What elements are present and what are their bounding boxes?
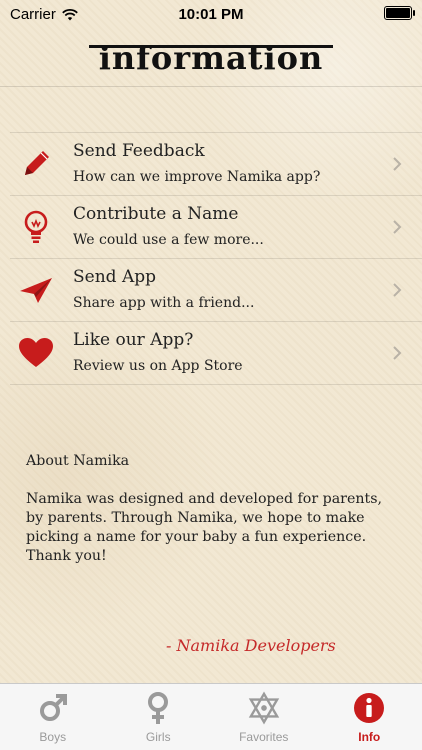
like-app-label: Like our App? xyxy=(73,330,194,350)
chevron-right-icon xyxy=(393,346,402,360)
send-app-subtitle: Share app with a friend... xyxy=(73,295,255,311)
about-heading: About Namika xyxy=(26,453,130,469)
tab-bar: Boys Girls Favorites Info xyxy=(0,683,422,750)
info-options-list: Send Feedback How can we improve Namika … xyxy=(10,132,422,385)
about-body: Namika was designed and developed for pa… xyxy=(26,491,382,564)
like-app-subtitle: Review us on App Store xyxy=(73,358,243,374)
chevron-right-icon xyxy=(393,157,402,171)
send-app-row[interactable]: Send App Share app with a friend... xyxy=(10,258,422,321)
info-icon xyxy=(353,692,385,724)
pencil-icon xyxy=(18,146,54,182)
send-feedback-label: Send Feedback xyxy=(73,141,205,161)
signature: - Namika Developers xyxy=(166,636,336,655)
contribute-name-subtitle: We could use a few more... xyxy=(73,232,264,248)
clock: 10:01 PM xyxy=(178,6,244,23)
tab-boys-label: Boys xyxy=(39,730,67,744)
like-app-row[interactable]: Like our App? Review us on App Store xyxy=(10,321,422,385)
star-of-david-icon xyxy=(248,691,280,725)
tab-girls[interactable]: Girls xyxy=(106,684,212,750)
contribute-name-row[interactable]: Contribute a Name We could use a few mor… xyxy=(10,195,422,258)
male-symbol-icon xyxy=(37,692,69,724)
battery-icon xyxy=(384,6,415,20)
status-bar: Carrier 10:01 PM xyxy=(0,0,422,30)
female-symbol-icon xyxy=(142,692,174,724)
send-feedback-subtitle: How can we improve Namika app? xyxy=(73,169,321,185)
about-section: About Namika Namika was designed and dev… xyxy=(26,452,402,566)
lightbulb-icon xyxy=(18,209,54,245)
tab-boys[interactable]: Boys xyxy=(0,684,106,750)
paper-plane-icon xyxy=(18,272,54,308)
nav-header: information xyxy=(0,30,422,87)
page-title: information xyxy=(88,39,334,77)
tab-favorites[interactable]: Favorites xyxy=(211,684,317,750)
tab-favorites-label: Favorites xyxy=(239,730,289,744)
heart-icon xyxy=(18,335,54,371)
tab-girls-label: Girls xyxy=(145,730,171,744)
send-feedback-row[interactable]: Send Feedback How can we improve Namika … xyxy=(10,132,422,195)
send-app-label: Send App xyxy=(73,267,156,287)
chevron-right-icon xyxy=(393,220,402,234)
tab-info-label: Info xyxy=(358,730,381,744)
tab-info[interactable]: Info xyxy=(317,684,422,750)
status-right xyxy=(384,6,415,20)
chevron-right-icon xyxy=(393,283,402,297)
contribute-name-label: Contribute a Name xyxy=(73,204,239,224)
